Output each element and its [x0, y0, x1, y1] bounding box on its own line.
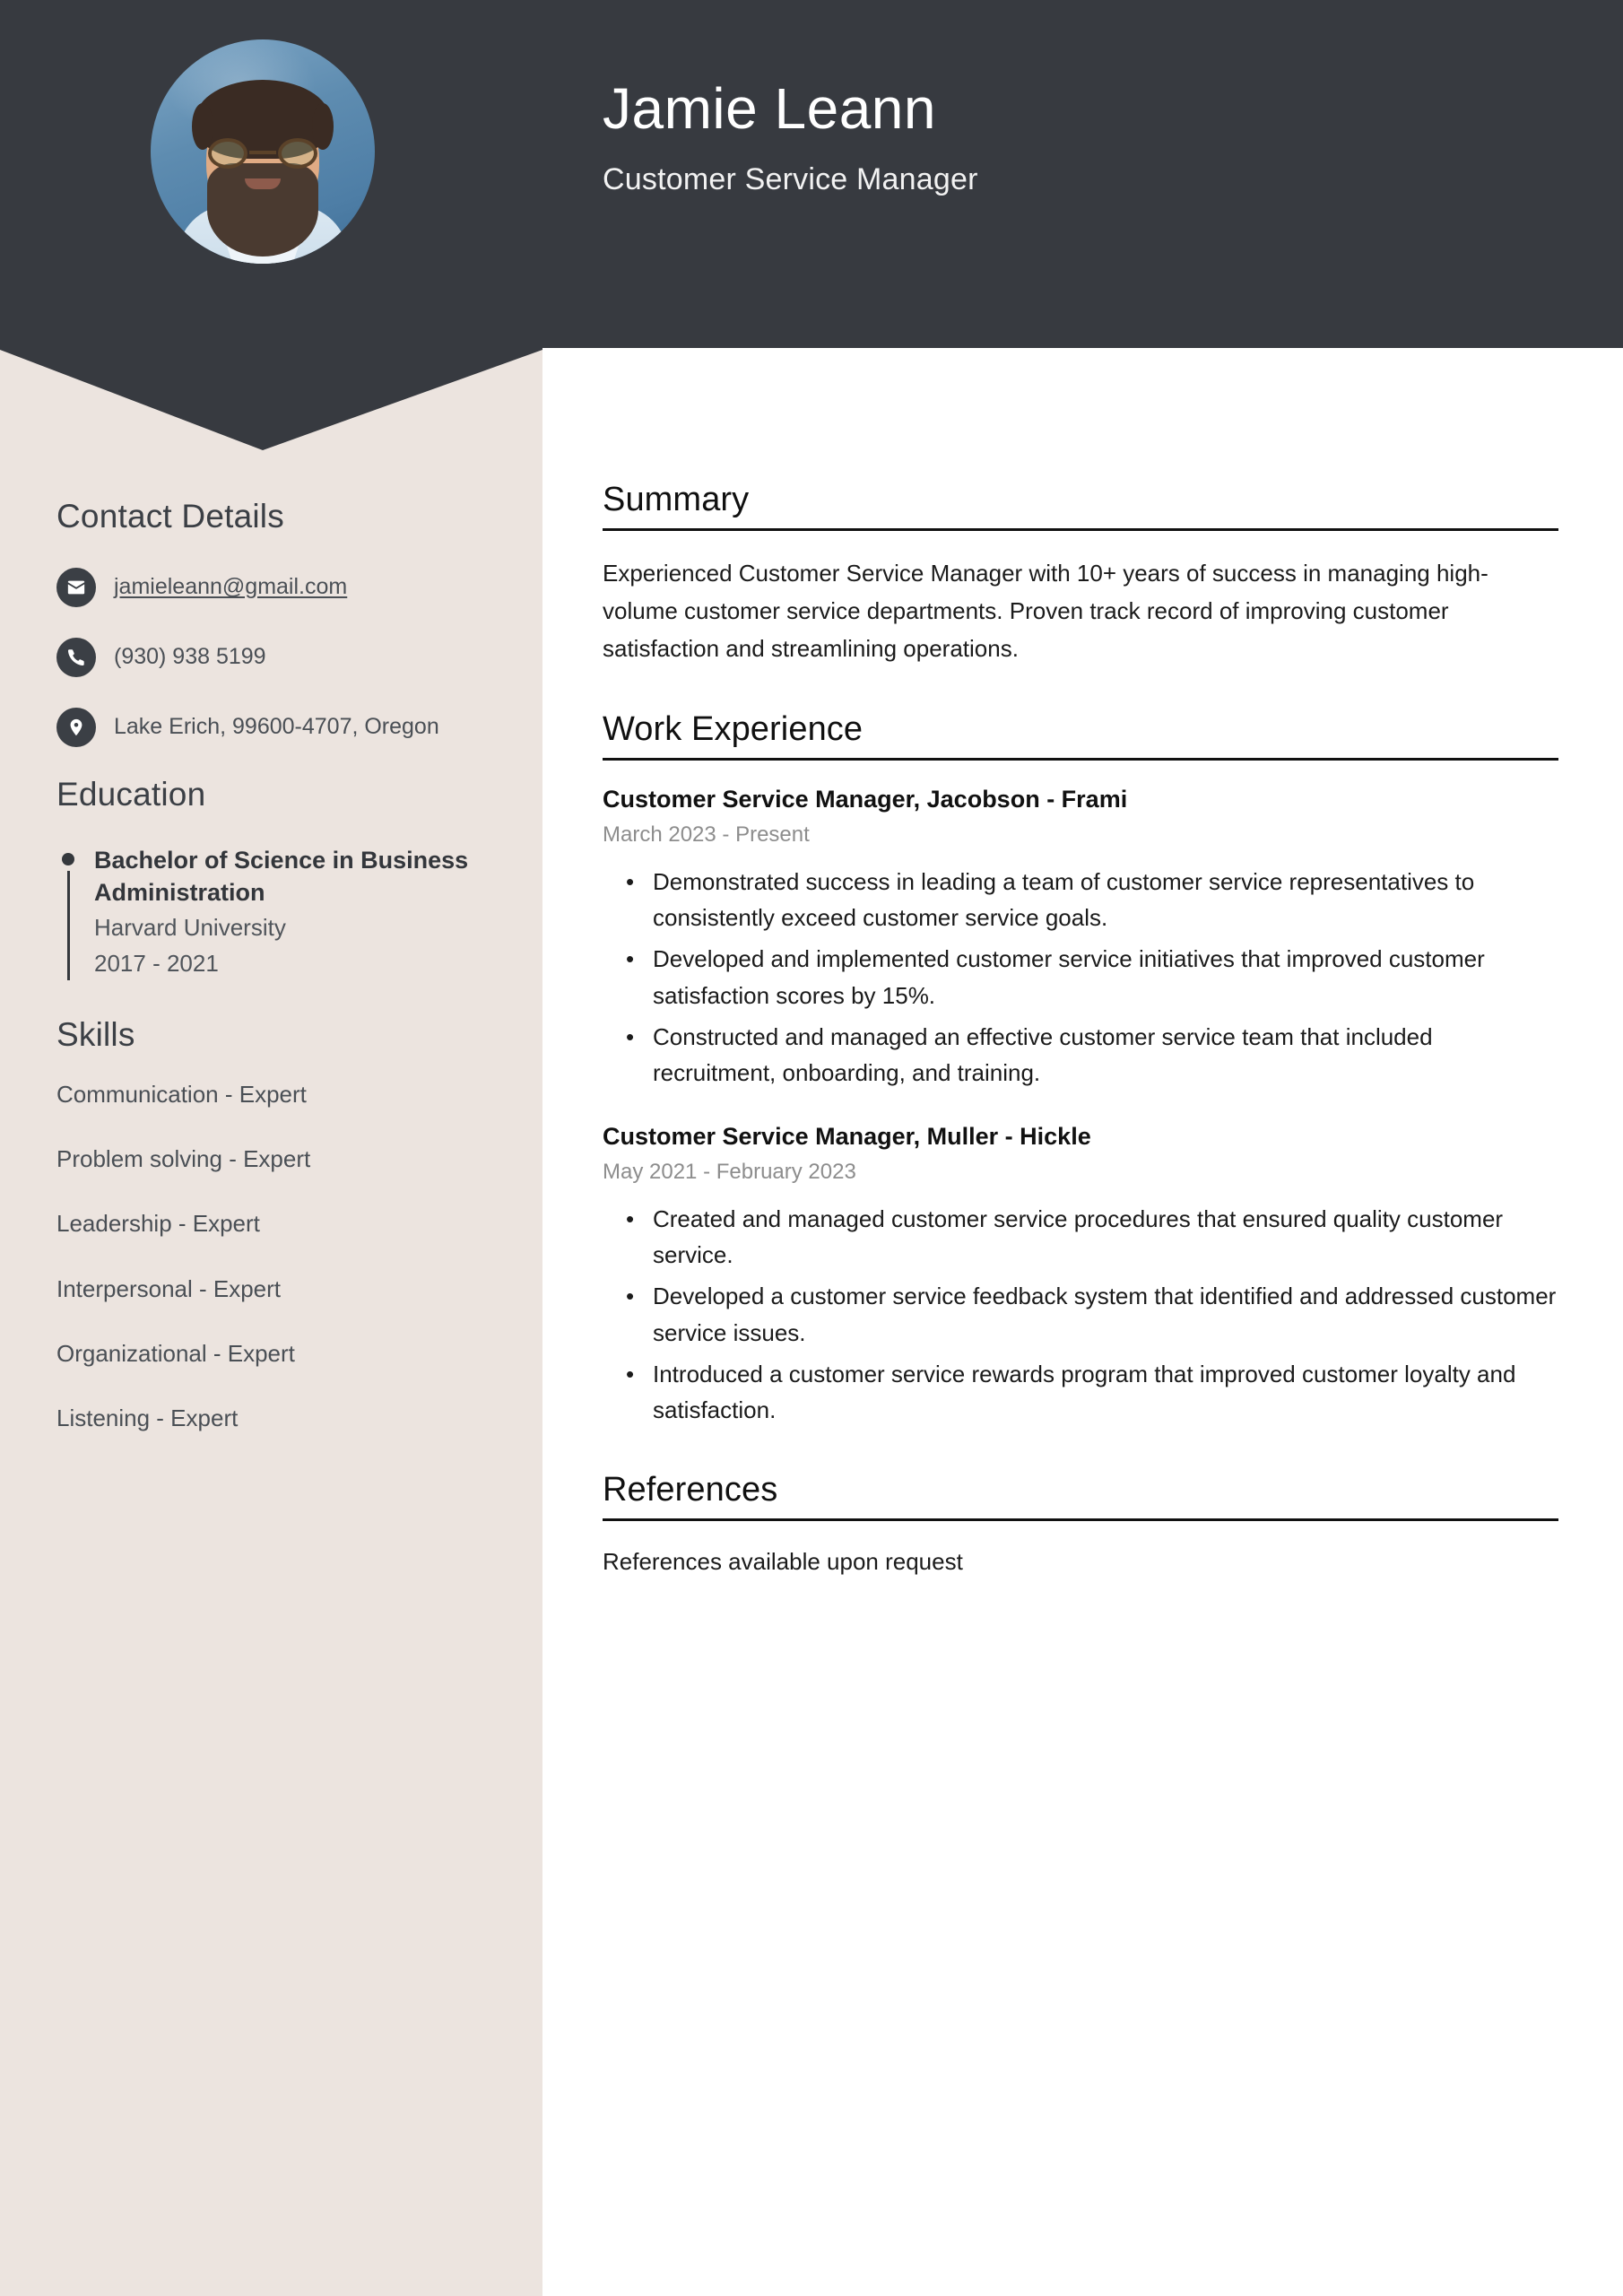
job-entry: Customer Service Manager, Muller - Hickl… — [603, 1121, 1558, 1428]
skills-section: Skills Communication - Expert Problem so… — [56, 1016, 489, 1432]
avatar-beard — [207, 162, 318, 257]
location-pin-icon — [56, 708, 96, 747]
summary-section: Summary Experienced Customer Service Man… — [603, 481, 1558, 667]
references-heading: References — [603, 1471, 1558, 1522]
skill-item: Organizational - Expert — [56, 1339, 295, 1367]
candidate-job-title: Customer Service Manager — [603, 162, 978, 197]
contact-address-value: Lake Erich, 99600-4707, Oregon — [114, 714, 439, 739]
job-bullet: Created and managed customer service pro… — [626, 1201, 1558, 1274]
work-experience-section: Work Experience Customer Service Manager… — [603, 710, 1558, 1428]
job-bullet: Introduced a customer service rewards pr… — [626, 1356, 1558, 1429]
skills-heading: Skills — [56, 1016, 135, 1054]
contact-details-section: Contact Details jamieleann@gmail.com (93… — [56, 498, 489, 747]
education-entry-body: Bachelor of Science in Business Administ… — [80, 840, 489, 980]
references-section: References References available upon req… — [603, 1471, 1558, 1579]
job-entry: Customer Service Manager, Jacobson - Fra… — [603, 784, 1558, 1091]
phone-icon — [56, 638, 96, 677]
work-experience-heading: Work Experience — [603, 710, 1558, 761]
skill-item: Problem solving - Expert — [56, 1145, 311, 1173]
job-title: Customer Service Manager, Jacobson - Fra… — [603, 786, 1128, 813]
job-bullet: Demonstrated success in leading a team o… — [626, 864, 1558, 936]
job-dates: March 2023 - Present — [603, 822, 810, 848]
skill-item: Listening - Expert — [56, 1405, 239, 1432]
sidebar: Contact Details jamieleann@gmail.com (93… — [0, 453, 542, 1469]
avatar — [151, 39, 375, 264]
contact-item-email[interactable]: jamieleann@gmail.com — [56, 566, 489, 607]
bullet-dot-icon — [62, 853, 74, 865]
job-dates: May 2021 - February 2023 — [603, 1160, 856, 1185]
avatar-lens-left — [208, 138, 247, 169]
education-degree: Bachelor of Science in Business Administ… — [94, 847, 469, 907]
avatar-photo — [151, 39, 375, 264]
envelope-icon — [56, 568, 96, 607]
main-column: Summary Experienced Customer Service Man… — [603, 481, 1558, 1622]
skill-item: Leadership - Expert — [56, 1210, 260, 1238]
job-bullet: Constructed and managed an effective cus… — [626, 1019, 1558, 1091]
education-dates: 2017 - 2021 — [94, 950, 219, 978]
summary-heading: Summary — [603, 481, 1558, 531]
contact-item-phone[interactable]: (930) 938 5199 — [56, 636, 489, 677]
education-school: Harvard University — [94, 914, 286, 942]
contact-details-heading: Contact Details — [56, 498, 284, 535]
job-bullet: Developed and implemented customer servi… — [626, 941, 1558, 1013]
education-entry: Bachelor of Science in Business Administ… — [56, 840, 489, 981]
summary-text: Experienced Customer Service Manager wit… — [603, 560, 1488, 663]
education-heading: Education — [56, 776, 206, 813]
skill-item: Communication - Expert — [56, 1081, 307, 1109]
contact-phone-value: (930) 938 5199 — [114, 644, 266, 669]
avatar-mouth — [245, 178, 281, 189]
avatar-glasses-icon — [208, 138, 317, 169]
job-bullet: Developed a customer service feedback sy… — [626, 1278, 1558, 1351]
contact-email-value[interactable]: jamieleann@gmail.com — [114, 566, 347, 604]
resume-page: Jamie Leann Customer Service Manager Con… — [0, 0, 1623, 2296]
avatar-glasses-bridge — [249, 151, 276, 154]
avatar-lens-right — [278, 138, 317, 169]
job-bullet-list: Demonstrated success in leading a team o… — [603, 864, 1558, 1091]
contact-item-address: Lake Erich, 99600-4707, Oregon — [56, 706, 489, 747]
education-timeline-marker — [56, 840, 80, 981]
candidate-name: Jamie Leann — [603, 76, 936, 141]
job-bullet-list: Created and managed customer service pro… — [603, 1201, 1558, 1429]
job-title: Customer Service Manager, Muller - Hickl… — [603, 1123, 1091, 1151]
header-text-group: Jamie Leann Customer Service Manager — [603, 76, 978, 197]
timeline-line — [66, 871, 70, 981]
skill-item: Interpersonal - Expert — [56, 1274, 282, 1302]
references-text: References available upon request — [603, 1548, 963, 1576]
education-section: Education Bachelor of Science in Busines… — [56, 776, 489, 981]
